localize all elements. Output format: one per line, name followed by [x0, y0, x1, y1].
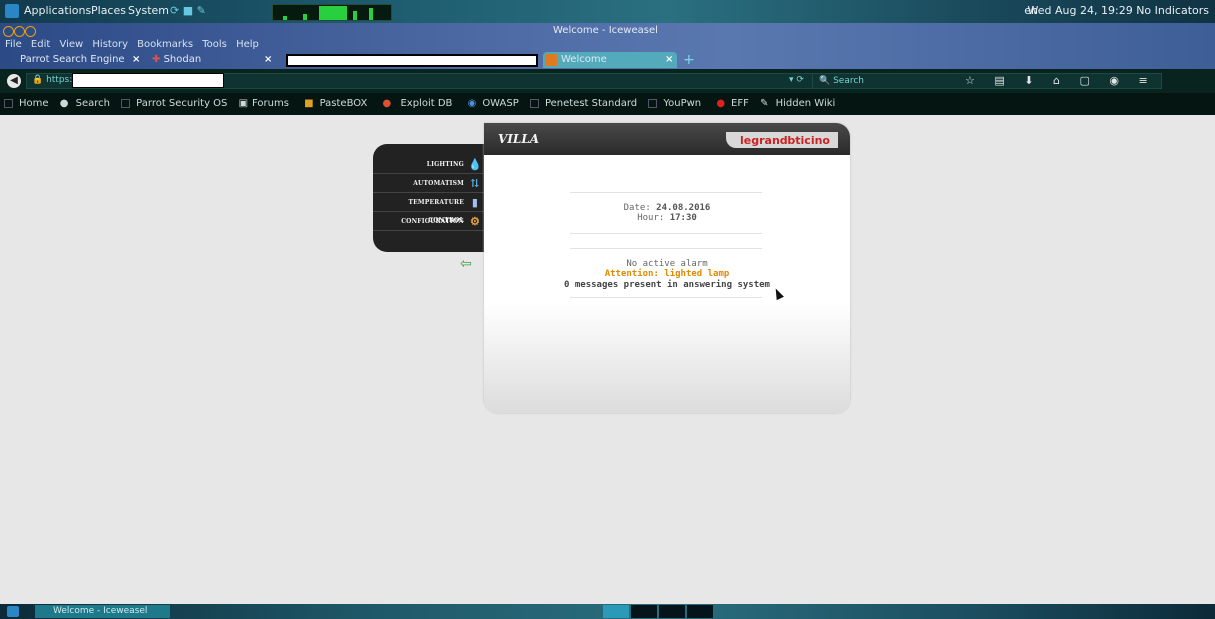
maximize-window-icon[interactable] [25, 26, 36, 37]
close-window-icon[interactable] [3, 26, 14, 37]
bookmark-pastebox[interactable]: ■ PasteBOX [300, 98, 369, 109]
bookmark-youpwn[interactable]: YouPwn [648, 98, 703, 109]
menubar: File Edit View History Bookmarks Tools H… [5, 39, 265, 50]
window-title: Welcome - Iceweasel [553, 25, 658, 36]
parrot-logo-icon[interactable] [5, 4, 19, 18]
reload-icon[interactable]: ▾ ⟳ [789, 75, 804, 85]
hour-display: Hour: 17:30 [637, 213, 697, 223]
redacted-tab[interactable] [286, 54, 538, 67]
logout-icon[interactable]: ⇦ [460, 257, 474, 271]
bticino-logo: bticino [787, 134, 830, 147]
bookmarks-toolbar: Home ● Search Parrot Security OS ▣ Forums… [0, 93, 1215, 115]
menu-view[interactable]: View [59, 39, 83, 50]
panel-header: VILLA legrand bticino [484, 123, 850, 155]
menu-history[interactable]: History [92, 39, 128, 50]
system-monitor [272, 4, 392, 21]
workspace-4[interactable] [687, 605, 713, 618]
close-tab-icon[interactable]: × [264, 52, 272, 68]
close-tab-icon[interactable]: × [132, 52, 140, 68]
download-icon[interactable]: ⬇ [1024, 74, 1033, 87]
alarm-status: No active alarm [626, 259, 708, 269]
bottom-panel: Welcome - Iceweasel [0, 604, 1215, 619]
tab-strip: Parrot Search Engine × ✚ Shodan × Welcome ×… [0, 52, 1215, 69]
bookmark-forums[interactable]: ▣ Forums [239, 98, 291, 109]
menu-applications[interactable]: Applications [24, 4, 91, 17]
messages-status: 0 messages present in answering system [564, 280, 770, 290]
workspace-1[interactable] [603, 605, 629, 618]
workspace-2[interactable] [631, 605, 657, 618]
hamburger-menu-icon[interactable]: ≡ [1139, 74, 1148, 87]
bookmark-star-icon[interactable]: ☆ [965, 74, 975, 87]
new-tab-icon[interactable]: + [683, 52, 695, 68]
home-icon[interactable]: ⌂ [1053, 74, 1060, 87]
menu-configuration[interactable]: CONFIGURATION ⚙ [373, 213, 486, 231]
system-panel: Applications Places System ⟳ ■ ✎ en Wed … [0, 0, 1215, 23]
tab-welcome[interactable]: Welcome × [543, 52, 677, 68]
brand-logo: legrand bticino [726, 132, 838, 148]
minimize-window-icon[interactable] [14, 26, 25, 37]
bookmark-hidden-wiki[interactable]: ✎ Hidden Wiki [760, 98, 837, 109]
favicon-icon [545, 54, 557, 66]
clock[interactable]: Wed Aug 24, 19:29 No Indicators [1028, 4, 1209, 17]
legrand-logo: legrand [740, 134, 788, 147]
shutter-icon: ⇅ [470, 177, 480, 190]
menu-automatism[interactable]: AUTOMATISM ⇅ [373, 175, 486, 193]
bookmark-penetest-standard[interactable]: Penetest Standard [529, 98, 639, 109]
menu-tools[interactable]: Tools [202, 39, 227, 50]
pocket-icon[interactable]: ▢ [1079, 74, 1089, 87]
menu-bookmarks[interactable]: Bookmarks [137, 39, 193, 50]
menu-file[interactable]: File [5, 39, 22, 50]
addon-icon[interactable]: ◉ [1109, 74, 1119, 87]
bookmark-eff[interactable]: ● EFF [712, 98, 751, 109]
bookmark-owasp[interactable]: ◉ OWASP [464, 98, 521, 109]
thermometer-icon: ▮ [471, 196, 479, 209]
bookmark-exploit-db[interactable]: ● Exploit DB [379, 98, 455, 109]
attention-message: Attention: lighted lamp [604, 269, 730, 279]
toolbar-icons: ☆ ▤ ⬇ ⌂ ▢ ◉ ≡ [965, 74, 1164, 87]
page-title: VILLA [498, 132, 540, 146]
gear-icon: ⚙ [469, 215, 481, 228]
launcher-icons[interactable]: ⟳ ■ ✎ [170, 4, 206, 17]
taskbar-window-button[interactable]: Welcome - Iceweasel [35, 605, 170, 618]
redacted-url[interactable] [72, 73, 224, 88]
bookmark-search[interactable]: ● Search [60, 98, 112, 109]
bookmark-home[interactable]: Home [4, 98, 51, 109]
menu-edit[interactable]: Edit [31, 39, 50, 50]
bookmarks-menu-icon[interactable]: ▤ [994, 74, 1004, 87]
menu-places[interactable]: Places [91, 4, 126, 17]
tab-shodan[interactable]: ✚ Shodan × [152, 52, 272, 68]
parrot-menu-icon[interactable] [7, 606, 19, 617]
indicators-label: No Indicators [1136, 4, 1209, 17]
home-automation-menu: LIGHTING 💧 AUTOMATISM ⇅ TEMPERATURE CONTRO… [373, 144, 488, 252]
close-tab-icon[interactable]: × [665, 52, 673, 68]
menu-system[interactable]: System [128, 4, 169, 17]
workspace-3[interactable] [659, 605, 685, 618]
bookmark-parrot-security[interactable]: Parrot Security OS [121, 98, 229, 109]
menu-temperature-control[interactable]: TEMPERATURE CONTROL ▮ [373, 194, 486, 224]
navigation-bar: ◀ 🔒 https:// ▾ ⟳ 🔍 Search ☆ ▤ ⬇ ⌂ ▢ ◉ ≡ [0, 69, 1215, 93]
shodan-icon: ✚ [152, 54, 161, 65]
menu-help[interactable]: Help [236, 39, 259, 50]
tab-parrot-search[interactable]: Parrot Search Engine × [20, 52, 140, 68]
date-display: Date: 24.08.2016 [623, 203, 711, 213]
bulb-icon: 💧 [468, 158, 482, 171]
menu-lighting[interactable]: LIGHTING 💧 [373, 156, 486, 174]
back-arrow-icon[interactable]: ◀ [7, 74, 21, 88]
main-panel: VILLA legrand bticino Date: 24.08.2016 H… [484, 123, 850, 413]
